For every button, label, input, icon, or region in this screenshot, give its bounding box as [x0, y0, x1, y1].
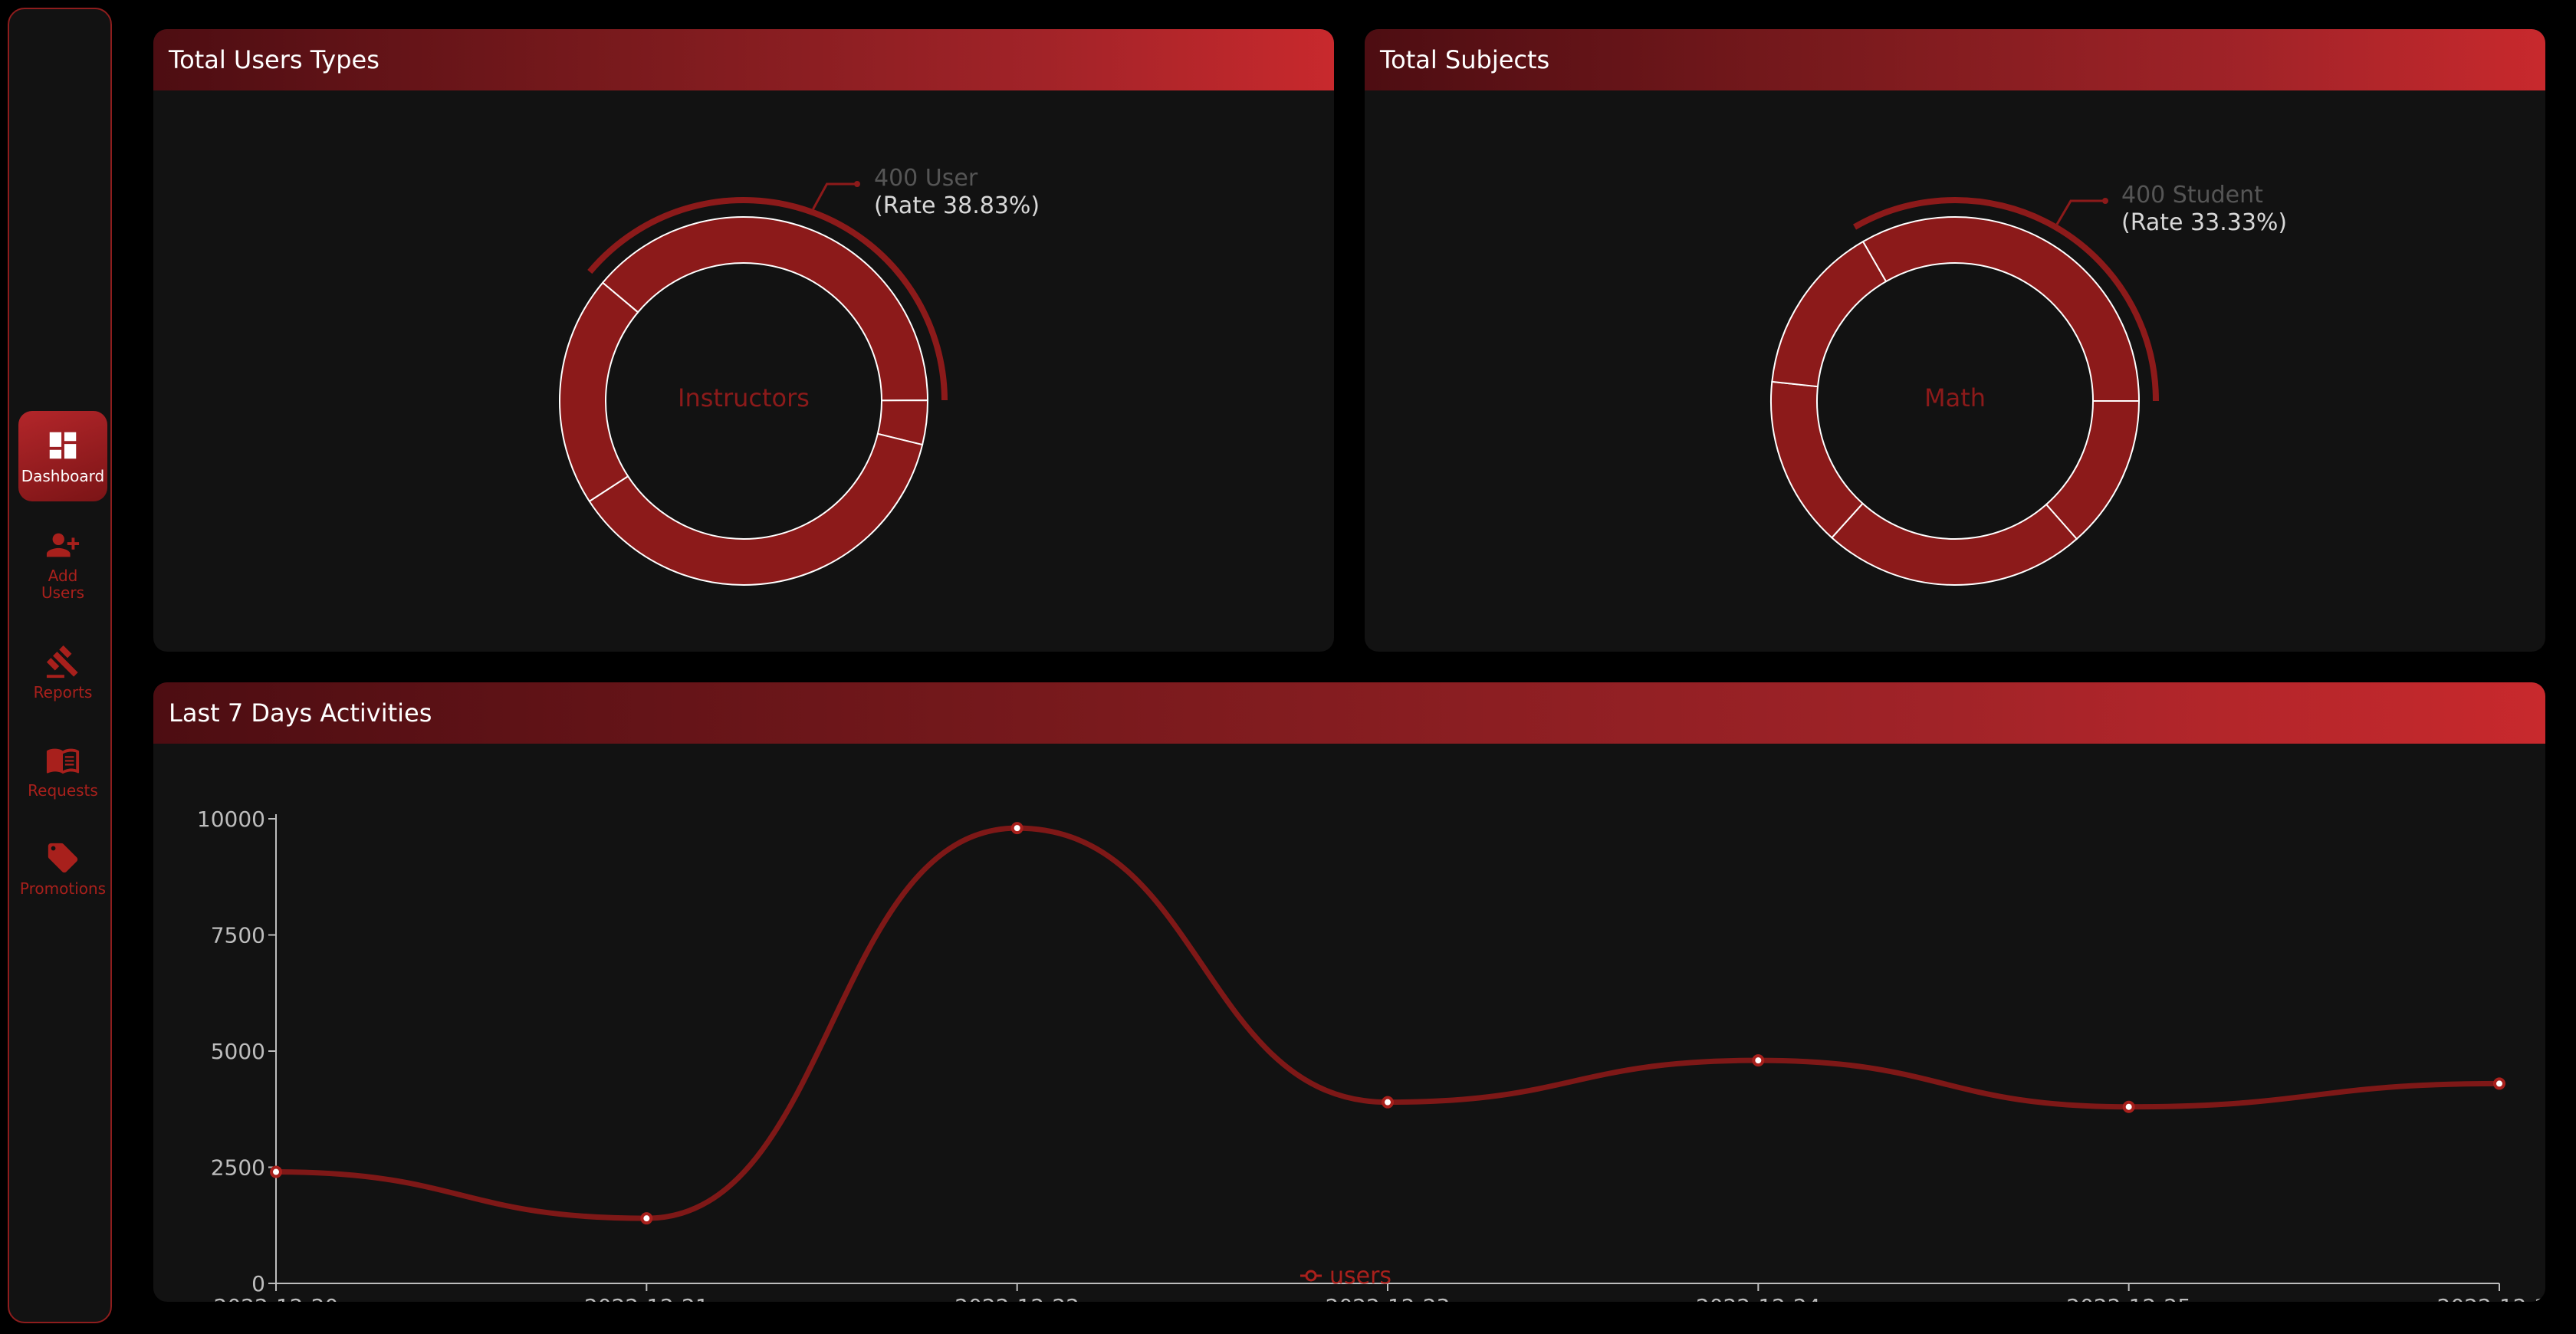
legend-marker: [1305, 1270, 1317, 1282]
sidebar-item-label: Requests: [28, 781, 98, 800]
donut-slice[interactable]: [1861, 216, 2141, 402]
callout-leader-line: [2055, 199, 2105, 225]
data-point[interactable]: [2493, 1077, 2505, 1090]
sidebar-item-label: Promotions: [19, 879, 107, 898]
x-tick-label: 2022-12-21: [584, 1294, 709, 1302]
sidebar-item-label: Add Users: [41, 567, 84, 602]
card-title: Total Subjects: [1365, 29, 2545, 90]
callout-title: 400 Student: [2121, 182, 2263, 209]
donut-slice[interactable]: [588, 432, 924, 586]
sidebar-item-promotions[interactable]: Promotions: [18, 840, 107, 897]
data-point[interactable]: [1382, 1096, 1394, 1109]
donut-center-label: Math: [1924, 383, 1986, 412]
data-point[interactable]: [1010, 822, 1024, 835]
series-line-users: [275, 825, 2500, 1221]
sidebar-item-reports[interactable]: Reports: [18, 644, 107, 701]
x-tick-label: 2022-12-24: [1696, 1294, 1821, 1302]
donut-slice[interactable]: [601, 216, 929, 402]
y-tick-label: 7500: [211, 923, 265, 948]
callout-dot: [2102, 198, 2108, 204]
sidebar: Dashboard Add Users Reports Requests Pro…: [8, 8, 112, 1323]
book-icon: [46, 748, 80, 774]
sidebar-item-label: Reports: [33, 683, 93, 702]
x-tick-label: 2022-12-23: [1326, 1294, 1451, 1302]
activities-line-chart: 0 2500 5000 7500 10000 2022-12-20 2022-12-21 20…: [197, 807, 2545, 1302]
activities-card: Last 7 Days Activities 0 2500 5000 7500 1000…: [153, 682, 2545, 1302]
callout-rate: (Rate 38.83%): [874, 192, 1040, 219]
users-types-card: Total Users Types 400 User (Rate 38.83%)…: [153, 29, 1334, 652]
card-title: Total Users Types: [153, 29, 1334, 90]
x-tick-label: 2022-12-26: [2437, 1294, 2545, 1302]
subjects-donut-chart: 400 Student (Rate 33.33%) Math: [1770, 182, 2287, 586]
dashboard-icon: [49, 432, 77, 459]
callout-title: 400 User: [874, 165, 978, 192]
gavel-icon: [46, 645, 78, 678]
donut-slice[interactable]: [559, 281, 639, 503]
data-point[interactable]: [2122, 1100, 2135, 1113]
callout-rate: (Rate 33.33%): [2121, 209, 2287, 236]
sidebar-item-dashboard[interactable]: Dashboard: [18, 411, 107, 501]
sidebar-item-requests[interactable]: Requests: [18, 742, 107, 799]
x-tick-label: 2022-12-22: [955, 1294, 1079, 1302]
sidebar-item-add-users[interactable]: Add Users: [18, 527, 107, 601]
donut-slice[interactable]: [1771, 240, 1888, 388]
donut-center-label: Instructors: [678, 383, 810, 412]
users-types-donut-chart: 400 User (Rate 38.83%) Instructors: [559, 165, 1040, 586]
add-user-icon: [46, 533, 80, 557]
tag-icon: [48, 843, 78, 873]
data-point[interactable]: [640, 1212, 653, 1225]
donut-slice[interactable]: [1830, 502, 2078, 586]
sidebar-item-label: Dashboard: [21, 467, 105, 485]
data-point[interactable]: [1752, 1054, 1765, 1067]
x-tick-label: 2022-12-20: [214, 1294, 339, 1302]
card-title: Last 7 Days Activities: [153, 682, 2545, 744]
callout-dot: [854, 181, 860, 187]
y-tick-label: 0: [251, 1271, 265, 1296]
subjects-card: Total Subjects 400 Student (Rate 33.33%)…: [1365, 29, 2545, 652]
data-point[interactable]: [270, 1165, 282, 1178]
x-tick-label: 2022-12-25: [2066, 1294, 2191, 1302]
donut-slice[interactable]: [1770, 380, 1864, 539]
donut-slice[interactable]: [2045, 399, 2141, 540]
y-tick-label: 2500: [211, 1155, 265, 1181]
callout-leader-line: [812, 182, 857, 210]
legend-label[interactable]: users: [1329, 1263, 1392, 1290]
y-tick-label: 10000: [197, 807, 265, 832]
y-tick-label: 5000: [211, 1039, 265, 1064]
